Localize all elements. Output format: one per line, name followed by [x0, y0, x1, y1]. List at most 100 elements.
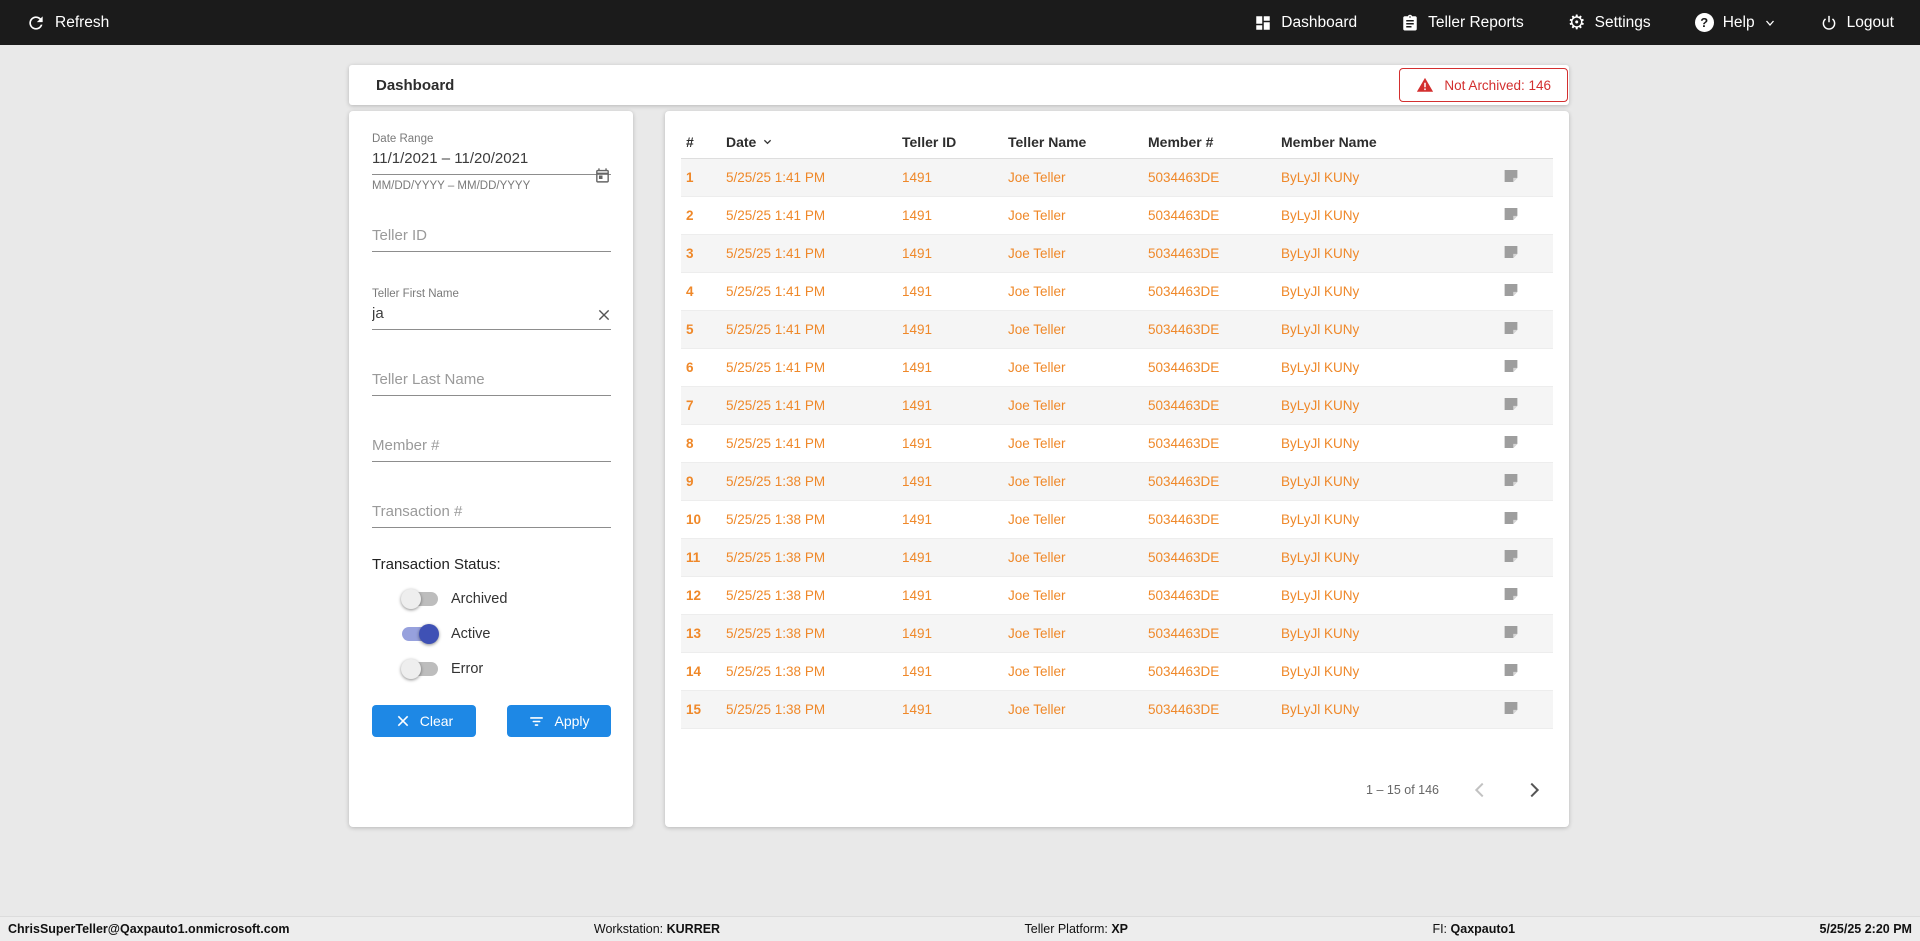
teller-last-name-input[interactable]: [372, 366, 611, 396]
note-cell[interactable]: [1497, 167, 1553, 188]
cell-member-number: 5034463DE: [1143, 550, 1276, 565]
date-range-input[interactable]: [372, 145, 611, 175]
table-row[interactable]: 25/25/25 1:41 PM1491Joe Teller5034463DEB…: [681, 197, 1553, 235]
error-toggle-label: Error: [451, 661, 483, 677]
nav-settings[interactable]: ⚙ Settings: [1568, 13, 1651, 33]
note-cell[interactable]: [1497, 471, 1553, 492]
note-cell[interactable]: [1497, 585, 1553, 606]
note-cell[interactable]: [1497, 699, 1553, 720]
cell-teller-id: 1491: [897, 436, 1003, 451]
cell-teller-name: Joe Teller: [1003, 284, 1143, 299]
cell-num: 12: [681, 588, 721, 603]
cell-teller-id: 1491: [897, 322, 1003, 337]
apply-button-label: Apply: [554, 713, 589, 729]
cell-teller-name: Joe Teller: [1003, 588, 1143, 603]
next-page-button[interactable]: [1521, 777, 1547, 803]
note-cell[interactable]: [1497, 661, 1553, 682]
clear-button[interactable]: Clear: [372, 705, 476, 737]
not-archived-badge[interactable]: Not Archived: 146: [1399, 68, 1568, 102]
table-row[interactable]: 95/25/25 1:38 PM1491Joe Teller5034463DEB…: [681, 463, 1553, 501]
table-body: 15/25/25 1:41 PM1491Joe Teller5034463DEB…: [681, 159, 1553, 729]
topbar: Refresh Dashboard Teller Reports ⚙ Setti…: [0, 0, 1920, 45]
note-cell[interactable]: [1497, 623, 1553, 644]
clear-field-button[interactable]: [597, 308, 611, 322]
table-row[interactable]: 15/25/25 1:41 PM1491Joe Teller5034463DEB…: [681, 159, 1553, 197]
table-row[interactable]: 155/25/25 1:38 PM1491Joe Teller5034463DE…: [681, 691, 1553, 729]
col-header-num: #: [681, 134, 721, 150]
cell-teller-id: 1491: [897, 474, 1003, 489]
note-cell[interactable]: [1497, 547, 1553, 568]
note-icon: [1502, 623, 1520, 641]
toggle-active[interactable]: Active: [402, 624, 611, 644]
cell-teller-name: Joe Teller: [1003, 702, 1143, 717]
nav-logout[interactable]: Logout: [1820, 14, 1894, 32]
cell-num: 6: [681, 360, 721, 375]
table-row[interactable]: 75/25/25 1:41 PM1491Joe Teller5034463DEB…: [681, 387, 1553, 425]
cell-member-number: 5034463DE: [1143, 398, 1276, 413]
cell-teller-id: 1491: [897, 246, 1003, 261]
table-row[interactable]: 105/25/25 1:38 PM1491Joe Teller5034463DE…: [681, 501, 1553, 539]
col-header-member-name[interactable]: Member Name: [1276, 134, 1497, 150]
note-cell[interactable]: [1497, 395, 1553, 416]
table-row[interactable]: 35/25/25 1:41 PM1491Joe Teller5034463DEB…: [681, 235, 1553, 273]
note-cell[interactable]: [1497, 509, 1553, 530]
table-row[interactable]: 85/25/25 1:41 PM1491Joe Teller5034463DEB…: [681, 425, 1553, 463]
note-cell[interactable]: [1497, 319, 1553, 340]
note-icon: [1502, 699, 1520, 717]
transaction-number-input[interactable]: [372, 498, 611, 528]
table-row[interactable]: 125/25/25 1:38 PM1491Joe Teller5034463DE…: [681, 577, 1553, 615]
table-row[interactable]: 65/25/25 1:41 PM1491Joe Teller5034463DEB…: [681, 349, 1553, 387]
member-number-input[interactable]: [372, 432, 611, 462]
cell-num: 11: [681, 550, 721, 565]
cell-member-number: 5034463DE: [1143, 170, 1276, 185]
transactions-table: # Date Teller ID Teller Name Member # Me…: [665, 111, 1569, 827]
nav-help[interactable]: ? Help: [1695, 13, 1776, 32]
note-cell[interactable]: [1497, 433, 1553, 454]
apply-button[interactable]: Apply: [507, 705, 611, 737]
table-row[interactable]: 135/25/25 1:38 PM1491Joe Teller5034463DE…: [681, 615, 1553, 653]
note-icon: [1502, 357, 1520, 375]
cell-date: 5/25/25 1:41 PM: [721, 322, 897, 337]
pagination: 1 – 15 of 146: [681, 777, 1553, 803]
nav-teller-reports[interactable]: Teller Reports: [1401, 14, 1524, 32]
col-header-member-number[interactable]: Member #: [1143, 134, 1276, 150]
archived-switch[interactable]: [402, 592, 438, 606]
table-row[interactable]: 115/25/25 1:38 PM1491Joe Teller5034463DE…: [681, 539, 1553, 577]
cell-date: 5/25/25 1:38 PM: [721, 588, 897, 603]
cell-member-number: 5034463DE: [1143, 474, 1276, 489]
teller-id-input[interactable]: [372, 222, 611, 252]
table-row[interactable]: 45/25/25 1:41 PM1491Joe Teller5034463DEB…: [681, 273, 1553, 311]
close-icon: [597, 308, 611, 322]
table-row[interactable]: 145/25/25 1:38 PM1491Joe Teller5034463DE…: [681, 653, 1553, 691]
note-cell[interactable]: [1497, 243, 1553, 264]
cell-teller-id: 1491: [897, 588, 1003, 603]
power-icon: [1820, 14, 1838, 32]
cell-member-name: ByLyJl KUNy: [1276, 208, 1497, 223]
teller-first-name-input[interactable]: [372, 300, 611, 330]
warning-icon: [1416, 76, 1434, 94]
cell-date: 5/25/25 1:41 PM: [721, 436, 897, 451]
cell-num: 3: [681, 246, 721, 261]
refresh-button[interactable]: Refresh: [26, 13, 109, 33]
active-switch[interactable]: [402, 627, 438, 641]
table-row[interactable]: 55/25/25 1:41 PM1491Joe Teller5034463DEB…: [681, 311, 1553, 349]
col-header-teller-id[interactable]: Teller ID: [897, 134, 1003, 150]
cell-teller-name: Joe Teller: [1003, 512, 1143, 527]
prev-page-button[interactable]: [1467, 777, 1493, 803]
note-cell[interactable]: [1497, 357, 1553, 378]
cell-member-number: 5034463DE: [1143, 360, 1276, 375]
archived-toggle-label: Archived: [451, 591, 507, 607]
col-header-teller-name[interactable]: Teller Name: [1003, 134, 1143, 150]
note-cell[interactable]: [1497, 281, 1553, 302]
col-header-date[interactable]: Date: [721, 134, 897, 150]
cell-teller-id: 1491: [897, 398, 1003, 413]
note-cell[interactable]: [1497, 205, 1553, 226]
error-switch[interactable]: [402, 662, 438, 676]
calendar-button[interactable]: [594, 167, 611, 184]
nav-dashboard[interactable]: Dashboard: [1254, 14, 1357, 32]
filter-icon: [528, 713, 545, 730]
toggle-archived[interactable]: Archived: [402, 589, 611, 609]
cell-member-number: 5034463DE: [1143, 436, 1276, 451]
toggle-error[interactable]: Error: [402, 659, 611, 679]
cell-date: 5/25/25 1:38 PM: [721, 664, 897, 679]
